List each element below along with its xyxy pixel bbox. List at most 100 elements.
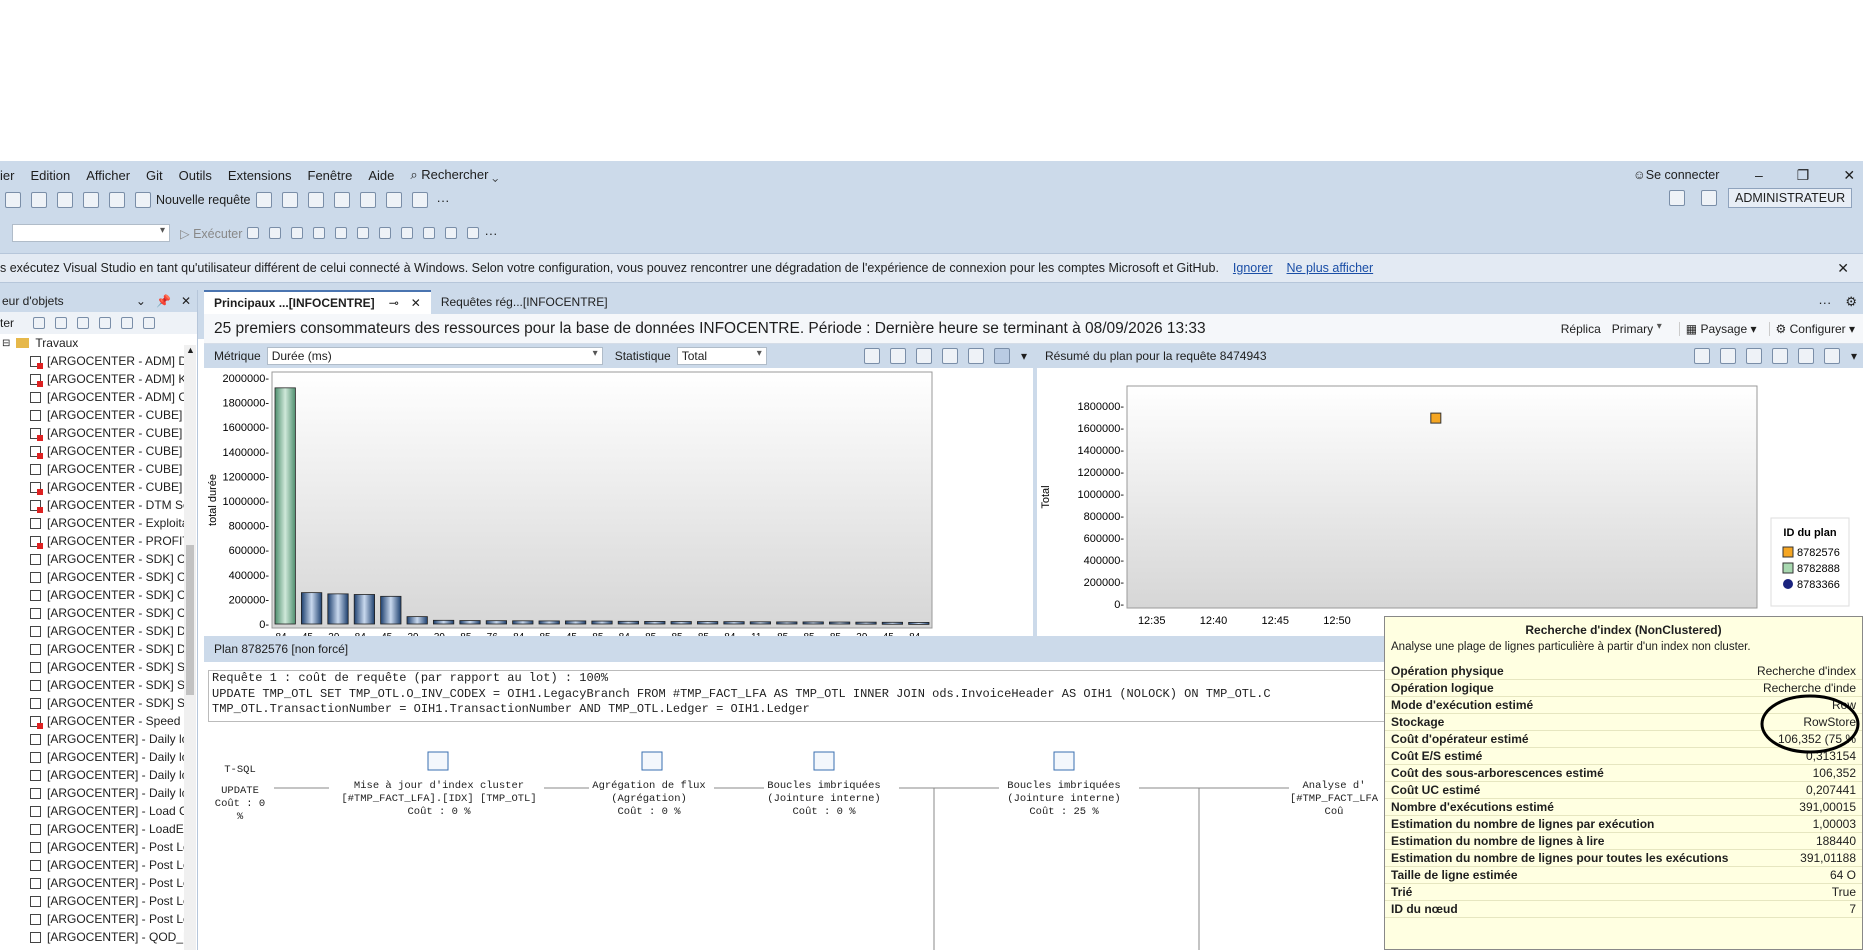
query-text-box[interactable]: Requête 1 : coût de requête (par rapport… xyxy=(208,670,1388,722)
bar[interactable] xyxy=(538,620,560,625)
plan-node-clustered-index-update[interactable]: Mise à jour d'index cluster [#TMP_FACT_L… xyxy=(324,780,554,819)
undo-icon[interactable] xyxy=(307,192,324,208)
bar[interactable] xyxy=(564,620,587,625)
results-icon[interactable] xyxy=(313,227,326,239)
disconnect-icon[interactable] xyxy=(55,317,68,329)
bar[interactable] xyxy=(512,620,534,625)
tree-job-item[interactable]: [ARGOCENTER - SDK] Sp xyxy=(0,676,197,694)
pin-icon[interactable]: 📌 xyxy=(156,294,171,308)
admin-badge[interactable]: ADMINISTRATEUR xyxy=(1728,188,1853,208)
bar[interactable] xyxy=(829,621,851,625)
file-icon[interactable] xyxy=(379,227,392,239)
compare-icon[interactable] xyxy=(1771,348,1788,364)
filter-icon[interactable] xyxy=(99,317,112,329)
bar[interactable] xyxy=(485,620,508,625)
explorer-scrollbar[interactable]: ▲ xyxy=(184,345,196,950)
plan-node-scan[interactable]: Analyse d' [#TMP_FACT_LFA Coû xyxy=(1284,780,1384,819)
new-file-icon[interactable] xyxy=(31,192,47,208)
parse-icon[interactable] xyxy=(269,227,282,239)
tree-job-item[interactable]: [ARGOCENTER - CUBE] / xyxy=(0,460,197,478)
account-switch-icon[interactable] xyxy=(1701,190,1717,206)
metric-dropdown[interactable]: Durée (ms) xyxy=(266,347,603,365)
unforce-plan-icon[interactable] xyxy=(1745,348,1762,364)
tree-job-item[interactable]: [ARGOCENTER - SDK] Cr xyxy=(0,604,197,622)
plan-node-nested-loops[interactable]: Boucles imbriquées (Jointure interne) Co… xyxy=(744,780,904,819)
plan-node-stream-aggregate[interactable]: Agrégation de flux (Agrégation) Coût : 0… xyxy=(574,780,724,819)
data-point[interactable] xyxy=(1430,412,1442,424)
refresh-icon[interactable] xyxy=(863,348,880,364)
menu-view[interactable]: Afficher xyxy=(86,168,130,183)
legend-item[interactable]: 8783366 xyxy=(1797,579,1840,591)
replica-dropdown[interactable]: Primary xyxy=(1607,320,1667,338)
tree-job-item[interactable]: [ARGOCENTER - SDK] Da xyxy=(0,640,197,658)
tree-job-item[interactable]: [ARGOCENTER - Speed c xyxy=(0,712,197,730)
tree-job-item[interactable]: [ARGOCENTER - SDK] Sp xyxy=(0,658,197,676)
tree-job-item[interactable]: [ARGOCENTER - ADM] K xyxy=(0,370,197,388)
activity-icon[interactable] xyxy=(143,317,156,329)
bar[interactable] xyxy=(802,621,824,625)
tree-job-item[interactable]: [ARGOCENTER - SDK] Da xyxy=(0,622,197,640)
menu-file[interactable]: ier xyxy=(0,168,14,183)
tree-job-item[interactable]: [ARGOCENTER - Exploita xyxy=(0,514,197,532)
layout-dropdown[interactable]: ▦ Paysage ▾ xyxy=(1678,321,1757,336)
never-show-link[interactable]: Ne plus afficher xyxy=(1287,261,1374,275)
statistic-dropdown[interactable]: Total xyxy=(676,347,767,365)
query-icon[interactable] xyxy=(255,192,272,208)
more-icon[interactable]: ··· xyxy=(484,226,497,241)
database-selector[interactable] xyxy=(12,224,170,242)
tree-job-item[interactable]: [ARGOCENTER - CUBE] / xyxy=(0,424,197,442)
tree-job-item[interactable]: [ARGOCENTER] - Daily lc xyxy=(0,730,197,748)
indent-icon[interactable] xyxy=(445,227,458,239)
copilot-icon[interactable] xyxy=(1669,190,1685,206)
bar[interactable] xyxy=(459,620,481,625)
minimize-icon[interactable]: – xyxy=(1755,167,1763,183)
bar-chart-icon[interactable] xyxy=(993,348,1010,364)
chevron-down-icon[interactable]: ▾ xyxy=(1021,349,1027,363)
tree-job-item[interactable]: [ARGOCENTER - SDK] Sp xyxy=(0,694,197,712)
debug-icon[interactable] xyxy=(411,192,428,208)
bar[interactable] xyxy=(749,621,772,625)
plan-node-update[interactable]: T-SQL UPDATE Coût : 0 % xyxy=(210,764,270,824)
redo-icon[interactable] xyxy=(333,192,350,208)
bar[interactable] xyxy=(776,621,798,625)
save-icon[interactable] xyxy=(83,192,99,208)
scroll-up-icon[interactable]: ▲ xyxy=(186,345,195,355)
analysis-icon[interactable] xyxy=(281,192,298,208)
stop-icon[interactable] xyxy=(247,227,260,239)
tree-job-item[interactable]: [ARGOCENTER] - Post Lc xyxy=(0,892,197,910)
refresh-icon[interactable] xyxy=(121,317,134,329)
uncomment-icon[interactable] xyxy=(423,227,436,239)
grid-icon[interactable] xyxy=(335,227,348,239)
bar[interactable] xyxy=(406,616,428,625)
bar[interactable] xyxy=(696,621,719,625)
plan-view-icon[interactable] xyxy=(915,348,932,364)
open-icon[interactable] xyxy=(57,192,73,208)
tree-job-item[interactable]: [ARGOCENTER - PROFIT xyxy=(0,532,197,550)
collapse-icon[interactable]: ⊟ xyxy=(2,338,10,349)
tree-job-item[interactable]: [ARGOCENTER] - Daily lc xyxy=(0,784,197,802)
connect-icon[interactable] xyxy=(33,317,46,329)
bar[interactable] xyxy=(881,621,904,625)
legend-item[interactable]: 8782888 xyxy=(1797,563,1840,575)
tree-job-item[interactable]: [ARGOCENTER - CUBE] ( xyxy=(0,478,197,496)
find-icon[interactable] xyxy=(385,192,402,208)
tree-job-item[interactable]: [ARGOCENTER - ADM] C xyxy=(0,388,197,406)
table-icon[interactable] xyxy=(967,348,984,364)
bar[interactable] xyxy=(274,387,296,625)
bar[interactable] xyxy=(327,593,349,625)
tree-job-item[interactable]: [ARGOCENTER - SDK] Cr xyxy=(0,586,197,604)
tree-job-item[interactable]: [ARGOCENTER] - Daily lc xyxy=(0,766,197,784)
tree-job-item[interactable]: [ARGOCENTER] - Load C xyxy=(0,802,197,820)
track-icon[interactable] xyxy=(889,348,906,364)
menu-window[interactable]: Fenêtre xyxy=(308,168,353,183)
menu-extensions[interactable]: Extensions xyxy=(228,168,292,183)
restore-icon[interactable]: ❐ xyxy=(1797,167,1810,184)
tree-job-item[interactable]: [ARGOCENTER] - LoadEx xyxy=(0,820,197,838)
tree-job-item[interactable]: [ARGOCENTER] - QOD_F xyxy=(0,928,197,946)
new-query-button[interactable]: Nouvelle requête xyxy=(130,192,251,208)
nav-back-icon[interactable] xyxy=(5,192,21,208)
bar[interactable] xyxy=(644,621,666,625)
tab-regressed-queries[interactable]: Requêtes rég...[INFOCENTRE] xyxy=(431,290,618,314)
scroll-thumb[interactable] xyxy=(186,545,194,695)
tree-job-item[interactable]: [ARGOCENTER] - Daily lc xyxy=(0,748,197,766)
